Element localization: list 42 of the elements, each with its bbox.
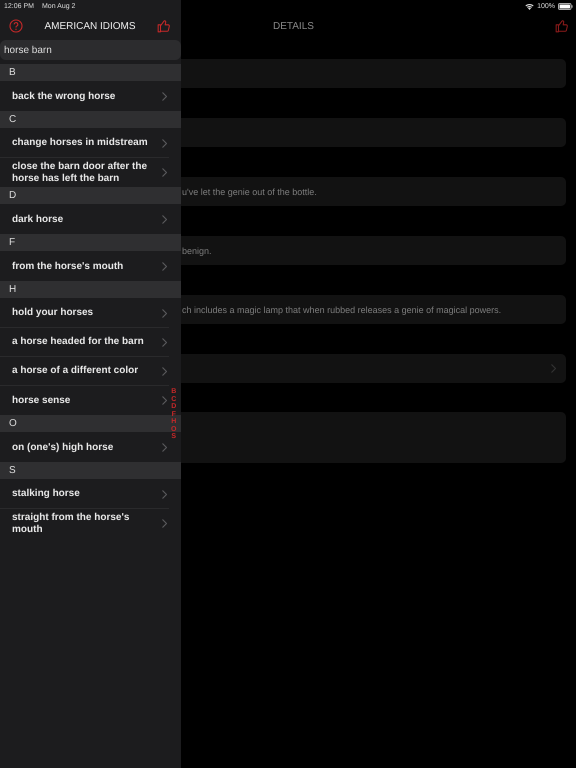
- card-text: u've let the genie out of the bottle.: [182, 186, 317, 196]
- idiom-row[interactable]: horse sense: [0, 386, 169, 415]
- chevron-icon: [162, 366, 167, 376]
- idiom-row[interactable]: hold your horses: [0, 299, 169, 328]
- thumbs-up-icon[interactable]: [555, 19, 569, 33]
- idiom-row[interactable]: on (one's) high horse: [0, 433, 169, 462]
- chevron-icon: [162, 92, 167, 101]
- chevron-icon: [162, 490, 167, 498]
- thumbs-up-icon[interactable]: [157, 19, 171, 33]
- wifi-icon: [525, 2, 534, 10]
- chevron-icon: [162, 443, 167, 452]
- chevron-icon: [162, 338, 167, 346]
- idiom-row[interactable]: dark horse: [0, 205, 169, 234]
- chevron-icon: [162, 396, 167, 405]
- section-header: B: [0, 64, 181, 81]
- card-text: benign.: [182, 246, 212, 256]
- chevron-icon: [162, 215, 167, 224]
- chevron-icon: [162, 138, 167, 148]
- idiom-row[interactable]: straight from the horse's mouth: [0, 509, 169, 538]
- idiom-row[interactable]: from the horse's mouth: [0, 252, 169, 281]
- section-header: F: [0, 234, 181, 251]
- chevron-icon: [162, 168, 167, 177]
- idiom-row[interactable]: back the wrong horse: [0, 82, 169, 111]
- section-header: D: [0, 187, 181, 204]
- section-header: S: [0, 462, 181, 479]
- idiom-row[interactable]: stalking horse: [0, 480, 169, 509]
- section-header: H: [0, 281, 181, 298]
- search-field[interactable]: horse barn: [0, 40, 181, 60]
- chevron-icon: [551, 364, 556, 373]
- app-title: AMERICAN IDIOMS: [44, 20, 136, 32]
- card-text: ch includes a magic lamp that when rubbed releases a genie of magical powers.: [182, 304, 502, 314]
- chevron-icon: [162, 519, 167, 528]
- idiom-row[interactable]: a horse headed for the barn: [0, 328, 169, 357]
- section-header: C: [0, 111, 181, 128]
- battery-icon: [558, 2, 573, 10]
- idiom-row[interactable]: a horse of a different color: [0, 357, 169, 386]
- idiom-row[interactable]: change horses in midstream: [0, 129, 169, 158]
- chevron-icon: [162, 262, 167, 271]
- idiom-row[interactable]: close the barn door after the horse has left the barn: [0, 158, 169, 187]
- help-icon[interactable]: [9, 19, 23, 33]
- chevron-icon: [162, 308, 167, 318]
- details-title: DETAILS: [273, 20, 314, 32]
